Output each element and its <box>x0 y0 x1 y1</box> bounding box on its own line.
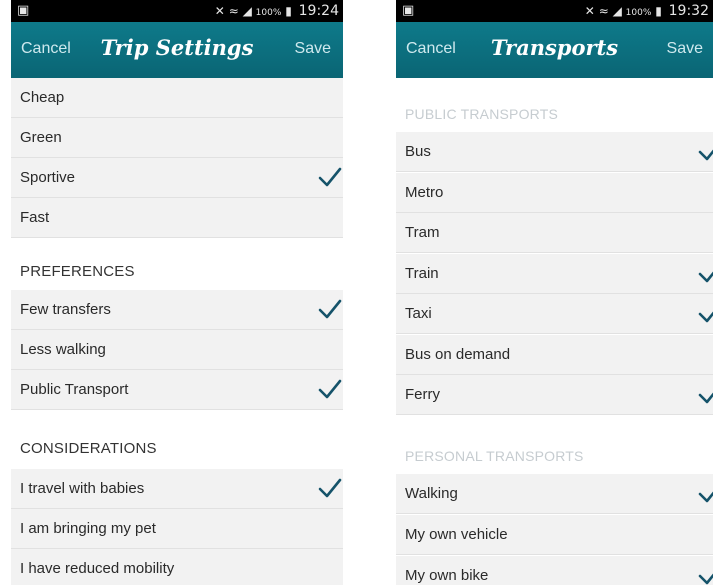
list-item-label: Taxi <box>405 305 432 322</box>
transport-option[interactable]: My own bike <box>396 556 713 585</box>
checkmark-icon <box>698 149 713 161</box>
trip-mode-option[interactable]: Green <box>11 118 343 158</box>
list-item-label: Ferry <box>405 386 440 403</box>
list-item-label: Tram <box>405 224 440 241</box>
status-time: 19:32 <box>668 3 709 19</box>
wifi-icon: ≈ <box>598 4 609 18</box>
preference-option[interactable]: Public Transport <box>11 370 343 410</box>
list-item-label: Cheap <box>20 89 65 106</box>
trip-mode-option[interactable]: Sportive <box>11 158 343 198</box>
wifi-icon: ≈ <box>228 4 239 18</box>
battery-icon: ▮ <box>285 4 292 18</box>
consideration-option[interactable]: I am bringing my pet <box>11 509 343 549</box>
list-item-label: Train <box>405 264 439 282</box>
checkmark-icon <box>698 392 713 404</box>
checkmark-icon <box>698 311 713 323</box>
section-header: PUBLIC TRANSPORTS <box>405 106 559 122</box>
preference-option[interactable]: Few transfers <box>11 290 343 330</box>
trip-settings-screen: ▣ ✕ ≈ ◢ 100% ▮ 19:24 Cancel Trip Setting… <box>11 0 343 585</box>
trip-mode-option[interactable]: Cheap <box>11 78 343 118</box>
status-bar: ▣ ✕ ≈ ◢ 100% ▮ 19:32 <box>396 0 713 22</box>
checkmark-icon <box>698 573 713 585</box>
status-time: 19:24 <box>298 3 339 19</box>
list-item-label: My own bike <box>405 567 489 584</box>
save-button[interactable]: Save <box>667 40 703 58</box>
signal-icon: ◢ <box>612 4 622 18</box>
checkmark-icon <box>318 379 342 399</box>
page-title: Trip Settings <box>100 35 254 60</box>
list-item-label: Few transfers <box>20 301 111 318</box>
consideration-option[interactable]: I have reduced mobility <box>11 549 343 585</box>
list-item-label: I have reduced mobility <box>20 560 175 577</box>
transport-option[interactable]: Train <box>396 253 713 294</box>
transport-option[interactable]: Metro <box>396 172 713 213</box>
section-header: PERSONAL TRANSPORTS <box>405 448 584 464</box>
transport-option[interactable]: Ferry <box>396 375 713 415</box>
page-title: Transports <box>490 35 619 60</box>
transport-option[interactable]: My own vehicle <box>396 515 713 555</box>
list-item-label: Walking <box>405 485 458 502</box>
preference-option[interactable]: Less walking <box>11 330 343 370</box>
checkmark-icon <box>698 271 713 282</box>
status-indicators: ✕ ≈ ◢ 100% ▮ 19:32 <box>585 3 709 19</box>
nav-bar: Cancel Transports Save <box>396 22 713 78</box>
sim-icon: ▣ <box>402 3 415 18</box>
settings-list: Cheap Green Sportive Fast PREFERENCES Few tra… <box>11 78 343 585</box>
list-item-label: Green <box>20 129 62 146</box>
list-item-label: Public Transport <box>20 381 129 398</box>
transport-option[interactable]: Bus <box>396 132 713 172</box>
checkmark-icon <box>318 478 342 498</box>
transports-screen: ▣ ✕ ≈ ◢ 100% ▮ 19:32 Cancel Transports S… <box>396 0 713 585</box>
consideration-option[interactable]: I travel with babies <box>11 469 343 509</box>
checkmark-icon <box>698 491 713 503</box>
nav-bar: Cancel Trip Settings Save <box>11 22 343 78</box>
battery-percent: 100% <box>255 8 282 18</box>
list-item-label: Fast <box>20 209 50 226</box>
signal-icon: ◢ <box>242 4 252 18</box>
list-item-label: Less walking <box>20 341 106 358</box>
sim-icon: ▣ <box>17 3 30 18</box>
checkmark-icon <box>318 299 342 319</box>
battery-icon: ▮ <box>655 4 662 18</box>
list-item-label: Bus <box>405 143 431 160</box>
transport-option[interactable]: Bus on demand <box>396 334 713 375</box>
mute-icon: ✕ <box>584 4 595 18</box>
status-bar: ▣ ✕ ≈ ◢ 100% ▮ 19:24 <box>11 0 343 22</box>
list-item-label: Sportive <box>20 169 76 186</box>
transport-option[interactable]: Tram <box>396 213 713 253</box>
list-item-label: Bus on demand <box>405 345 511 363</box>
save-button[interactable]: Save <box>295 40 331 58</box>
checkmark-icon <box>318 167 342 187</box>
transports-list: PUBLIC TRANSPORTS Bus Metro Tram Train Taxi Bu… <box>396 78 713 585</box>
list-item-label: I am bringing my pet <box>20 520 156 537</box>
trip-mode-option[interactable]: Fast <box>11 198 343 238</box>
section-header: CONSIDERATIONS <box>20 440 157 457</box>
mute-icon: ✕ <box>214 4 225 18</box>
list-item-label: My own vehicle <box>405 526 508 543</box>
list-item-label: Metro <box>405 183 444 201</box>
transport-option[interactable]: Taxi <box>396 294 713 334</box>
section-header: PREFERENCES <box>20 263 135 280</box>
transport-option[interactable]: Walking <box>396 474 713 514</box>
list-item-label: I travel with babies <box>20 480 145 497</box>
status-indicators: ✕ ≈ ◢ 100% ▮ 19:24 <box>215 3 339 19</box>
battery-percent: 100% <box>625 8 652 18</box>
